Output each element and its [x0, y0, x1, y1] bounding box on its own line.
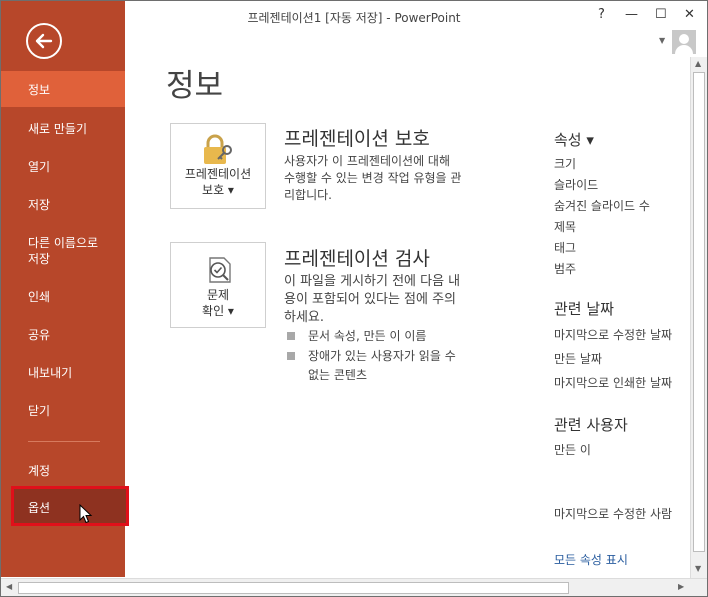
sidebar-item-label: 저장 — [28, 252, 51, 266]
sidebar-item-label: 옵션 — [28, 501, 51, 515]
sidebar-item-export[interactable]: 내보내기 — [1, 365, 125, 381]
tile-label: 보호 ▾ — [202, 183, 234, 197]
property-label: 크기 — [554, 157, 577, 171]
scroll-left-icon[interactable]: ◀ — [6, 582, 12, 591]
scroll-up-icon[interactable]: ▲ — [695, 59, 701, 68]
vertical-scrollbar[interactable]: ▲ ▼ — [690, 57, 707, 578]
sidebar-item-label: 저장 — [28, 198, 51, 212]
related-people-heading: 관련 사용자 — [554, 416, 628, 434]
sidebar-item-label: 열기 — [28, 160, 51, 174]
property-label: 숨겨진 슬라이드 수 — [554, 199, 650, 213]
tile-label: 문제 — [206, 288, 230, 302]
close-button[interactable]: ✕ — [684, 7, 695, 22]
user-head-icon — [679, 34, 689, 44]
protect-description: 사용자가 이 프레젠테이션에 대해 수행할 수 있는 변경 작업 유형을 관 리… — [284, 153, 461, 204]
user-body-icon — [675, 45, 693, 54]
sidebar-item-label: 인쇄 — [28, 290, 51, 304]
date-label: 마지막으로 인쇄한 날짜 — [554, 376, 673, 390]
horizontal-scroll-thumb[interactable] — [18, 582, 569, 594]
properties-dropdown[interactable]: 속성 ▾ — [554, 129, 594, 150]
desc-line: 리합니다. — [284, 188, 332, 202]
protect-presentation-button[interactable]: 프레젠테이션 보호 ▾ — [170, 123, 266, 209]
desc-line: 수행할 수 있는 변경 작업 유형을 관 — [284, 171, 462, 185]
check-for-issues-button[interactable]: 문제 확인 ▾ — [170, 242, 266, 328]
show-all-properties-link[interactable]: 모든 속성 표시 — [554, 551, 628, 568]
date-label: 마지막으로 수정한 날짜 — [554, 328, 673, 342]
inspect-document-icon — [209, 257, 231, 283]
sidebar-item-info[interactable]: 정보 — [1, 71, 125, 107]
scroll-down-icon[interactable]: ▼ — [695, 564, 701, 573]
sidebar-item-label: 정보 — [28, 83, 51, 97]
tile-label: 프레젠테이션 — [184, 167, 252, 181]
property-label: 태그 — [554, 241, 577, 255]
help-button[interactable]: ? — [598, 7, 605, 22]
protect-heading: 프레젠테이션 보호 — [284, 128, 430, 150]
sidebar-item-open[interactable]: 열기 — [1, 159, 125, 175]
maximize-button[interactable]: ☐ — [655, 7, 667, 22]
related-dates-heading: 관련 날짜 — [554, 300, 614, 318]
desc-line: 이 파일을 게시하기 전에 다음 내 — [284, 274, 461, 289]
minimize-button[interactable]: — — [625, 7, 638, 22]
sidebar-item-account[interactable]: 계정 — [1, 463, 125, 479]
bullet-line: 장애가 있는 사용자가 읽을 수 — [308, 349, 456, 363]
bullet-icon — [287, 352, 295, 360]
sidebar-item-options[interactable]: 옵션 — [11, 486, 129, 526]
bullet-icon — [287, 332, 295, 340]
horizontal-scrollbar[interactable]: ◀ ▶ — [1, 578, 707, 596]
bullet-line: 없는 콘텐츠 — [308, 368, 368, 382]
inspect-description: 이 파일을 게시하기 전에 다음 내 용이 포함되어 있다는 점에 주의 하세요… — [284, 273, 460, 327]
sidebar-item-save-as[interactable]: 다른 이름으로 저장 — [1, 235, 125, 267]
date-label: 만든 날짜 — [554, 352, 602, 366]
desc-line: 용이 포함되어 있다는 점에 주의 — [284, 292, 457, 307]
mouse-cursor-icon — [79, 504, 93, 524]
sidebar-item-new[interactable]: 새로 만들기 — [1, 121, 125, 137]
tile-label: 확인 ▾ — [202, 304, 234, 318]
sidebar-item-label: 닫기 — [28, 404, 51, 418]
avatar[interactable] — [672, 30, 696, 54]
sidebar-item-print[interactable]: 인쇄 — [1, 289, 125, 305]
inspect-bullet: 문서 속성, 만든 이 이름 — [308, 329, 427, 343]
inspect-bullet: 장애가 있는 사용자가 읽을 수 없는 콘텐츠 — [308, 347, 456, 385]
account-dropdown-icon[interactable]: ▼ — [659, 36, 665, 45]
back-button[interactable] — [26, 23, 62, 59]
property-label: 슬라이드 — [554, 178, 599, 192]
inspect-heading: 프레젠테이션 검사 — [284, 248, 430, 270]
properties-panel: 속성 ▾ 크기 슬라이드 숨겨진 슬라이드 수 제목 태그 범주 관련 날짜 마… — [540, 120, 682, 580]
property-label: 범주 — [554, 262, 577, 276]
lock-key-icon — [204, 134, 232, 164]
sidebar-item-label: 다른 이름으로 — [28, 236, 99, 250]
sidebar-item-share[interactable]: 공유 — [1, 327, 125, 343]
sidebar-item-label: 내보내기 — [28, 366, 73, 380]
vertical-scroll-thumb[interactable] — [693, 72, 705, 552]
sidebar-item-label: 계정 — [28, 464, 51, 478]
sidebar-item-label: 공유 — [28, 328, 51, 342]
sidebar-item-label: 새로 만들기 — [28, 122, 88, 136]
person-label: 만든 이 — [554, 443, 591, 457]
sidebar-item-save[interactable]: 저장 — [1, 197, 125, 213]
scroll-right-icon[interactable]: ▶ — [678, 582, 684, 591]
sidebar-item-close[interactable]: 닫기 — [1, 403, 125, 419]
sidebar-divider — [28, 441, 100, 442]
back-arrow-icon — [35, 33, 53, 49]
desc-line: 하세요. — [284, 310, 325, 325]
property-label: 제목 — [554, 220, 577, 234]
page-title: 정보 — [166, 68, 224, 104]
person-label: 마지막으로 수정한 사람 — [554, 507, 673, 521]
desc-line: 사용자가 이 프레젠테이션에 대해 — [284, 154, 451, 168]
